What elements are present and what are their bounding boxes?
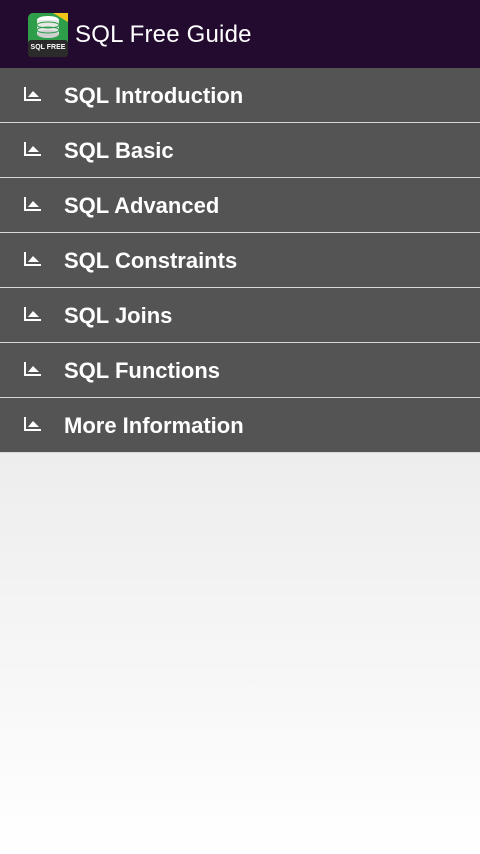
chart-bullet-icon [24, 417, 41, 431]
svg-text:SQL FREE: SQL FREE [31, 44, 66, 51]
sql-database-app-icon[interactable]: SQL FREE [27, 12, 69, 58]
chart-bullet-icon [24, 87, 41, 101]
menu-list: SQL Introduction SQL Basic SQL Advanced … [0, 68, 480, 453]
app-title: SQL Free Guide [75, 21, 252, 48]
menu-item-sql-constraints[interactable]: SQL Constraints [0, 233, 480, 288]
menu-item-label: SQL Introduction [64, 83, 244, 108]
menu-item-label: SQL Advanced [64, 193, 220, 218]
menu-item-label: SQL Constraints [64, 248, 238, 273]
menu-item-sql-functions[interactable]: SQL Functions [0, 343, 480, 398]
menu-item-label: SQL Basic [64, 138, 174, 163]
menu-item-sql-joins[interactable]: SQL Joins [0, 288, 480, 343]
menu-item-sql-introduction[interactable]: SQL Introduction [0, 68, 480, 123]
chart-bullet-icon [24, 197, 41, 211]
chart-bullet-icon [24, 142, 41, 156]
menu-item-label: SQL Functions [64, 358, 221, 383]
menu-item-label: SQL Joins [64, 303, 173, 328]
chart-bullet-icon [24, 252, 41, 266]
menu-item-sql-advanced[interactable]: SQL Advanced [0, 178, 480, 233]
action-bar: SQL FREE SQL Free Guide [0, 0, 480, 68]
menu-item-more-information[interactable]: More Information [0, 398, 480, 453]
menu-item-label: More Information [64, 413, 244, 438]
chart-bullet-icon [24, 307, 41, 321]
chart-bullet-icon [24, 362, 41, 376]
menu-item-sql-basic[interactable]: SQL Basic [0, 123, 480, 178]
